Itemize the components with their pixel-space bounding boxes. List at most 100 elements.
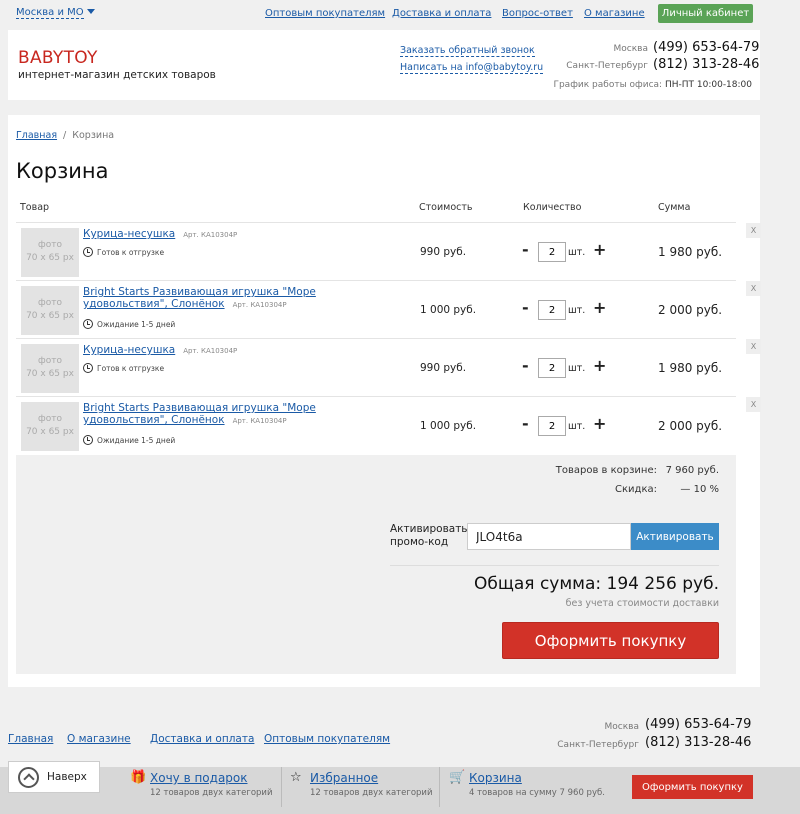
clock-icon (83, 435, 93, 445)
photo-placeholder-label: фото (38, 240, 62, 250)
remove-item-button[interactable]: X (746, 223, 761, 238)
product-photo[interactable]: фото 70 х 65 px (21, 402, 79, 451)
unit-price: 990 руб. (420, 246, 467, 258)
favorites-section[interactable]: ☆ Избранное 12 товаров двух категорий (290, 767, 440, 807)
logo[interactable]: BABYTOY (18, 48, 98, 68)
product-name-block: Bright Starts Развивающая игрушка "Море … (83, 402, 383, 427)
gift-link[interactable]: Хочу в подарок (150, 771, 248, 785)
qty-plus-button[interactable]: + (593, 356, 606, 375)
promo-label: Активировать промо-код (390, 523, 468, 549)
breadcrumb-current: Корзина (72, 130, 115, 141)
footer-phone-moscow: (499) 653-64-79 (645, 717, 752, 732)
nav-delivery[interactable]: Доставка и оплата (392, 8, 491, 19)
city-selector[interactable]: Москва и МО (16, 7, 95, 19)
checkout-button[interactable]: Оформить покупку (502, 622, 719, 659)
tagline: интернет-магазин детских товаров (18, 69, 216, 81)
photo-placeholder-label: фото (38, 414, 62, 424)
product-article: Арт. КА10304Р (232, 301, 287, 309)
footer-nav-delivery[interactable]: Доставка и оплата (150, 733, 254, 745)
qty-input[interactable] (538, 242, 566, 262)
personal-cabinet-button[interactable]: Личный кабинет (658, 4, 753, 23)
totals-divider (390, 565, 719, 566)
back-to-top-button[interactable]: Наверх (8, 761, 100, 793)
discount-label: Скидка: (615, 484, 657, 495)
qty-unit: шт. (568, 247, 586, 258)
product-name-block: Курица-несушка Арт. КА10304Р (83, 228, 383, 241)
qty-plus-button[interactable]: + (593, 414, 606, 433)
clock-icon (83, 319, 93, 329)
availability-status: Ожидание 1-5 дней (83, 435, 175, 445)
qty-plus-button[interactable]: + (593, 240, 606, 259)
cart-section[interactable]: 🛒 Корзина 4 товаров на сумму 7 960 руб. (449, 767, 619, 807)
items-total-value: 7 960 руб. (665, 465, 719, 476)
qty-minus-button[interactable]: - (522, 298, 529, 317)
office-hours: График работы офиса: ПН-ПТ 10:00-18:00 (553, 80, 752, 90)
favorites-link[interactable]: Избранное (310, 771, 378, 785)
qty-minus-button[interactable]: - (522, 414, 529, 433)
promo-label-line1: Активировать (390, 523, 468, 535)
activate-promo-button[interactable]: Активировать (631, 523, 719, 550)
qty-plus-button[interactable]: + (593, 298, 606, 317)
row-sum: 1 980 руб. (658, 361, 723, 375)
site-header: BABYTOY интернет-магазин детских товаров… (8, 30, 760, 100)
hours-value: ПН-ПТ 10:00-18:00 (664, 80, 752, 90)
cart-link[interactable]: Корзина (469, 771, 522, 785)
qty-input[interactable] (538, 300, 566, 320)
chevron-down-icon[interactable] (86, 9, 95, 14)
qty-unit: шт. (568, 421, 586, 432)
gift-icon: 🎁 (130, 770, 147, 785)
grand-total-note: без учета стоимости доставки (565, 598, 719, 609)
footer-phone-city-spb: Санкт-Петербург (557, 740, 639, 750)
qty-minus-button[interactable]: - (522, 240, 529, 259)
row-sum: 1 980 руб. (658, 245, 723, 259)
promo-code-input[interactable] (467, 523, 631, 550)
status-text: Готов к отгрузке (97, 364, 165, 373)
col-header-sum: Сумма (658, 202, 691, 213)
phone-spb: (812) 313-28-46 (653, 57, 760, 72)
nav-faq[interactable]: Вопрос-ответ (502, 8, 573, 19)
photo-placeholder-label: фото (38, 298, 62, 308)
star-icon: ☆ (290, 770, 302, 785)
product-name-link[interactable]: Курица-несушка (83, 228, 175, 240)
sticky-checkout-button[interactable]: Оформить покупку (632, 775, 753, 799)
city-label[interactable]: Москва и МО (16, 7, 84, 19)
qty-input[interactable] (538, 358, 566, 378)
hours-label: График работы офиса: (553, 80, 663, 90)
product-photo[interactable]: фото 70 х 65 px (21, 286, 79, 335)
product-name-link[interactable]: Курица-несушка (83, 344, 175, 356)
nav-wholesale[interactable]: Оптовым покупателям (265, 8, 385, 19)
phone-moscow: (499) 653-64-79 (653, 40, 760, 55)
wishlist-gift-section[interactable]: 🎁 Хочу в подарок 12 товаров двух категор… (130, 767, 282, 807)
cart-row: фото 70 х 65 px Курица-несушка Арт. КА1030… (16, 338, 761, 396)
unit-price: 1 000 руб. (420, 420, 477, 432)
footer-nav-about[interactable]: О магазине (67, 733, 131, 745)
nav-about[interactable]: О магазине (584, 8, 645, 19)
product-photo[interactable]: фото 70 х 65 px (21, 228, 79, 277)
cart-totals: Товаров в корзине: 7 960 руб. Скидка: — … (16, 455, 736, 674)
footer-nav-wholesale[interactable]: Оптовым покупателям (264, 733, 390, 745)
row-sum: 2 000 руб. (658, 419, 723, 433)
cart-row: фото 70 х 65 px Bright Starts Развивающая… (16, 396, 761, 454)
sticky-bottom-bar: Наверх 🎁 Хочу в подарок 12 товаров двух … (0, 761, 800, 814)
top-bar: Москва и МО Оптовым покупателям Доставка… (0, 0, 800, 28)
items-total-label: Товаров в корзине: (555, 465, 657, 476)
product-article: Арт. КА10304Р (183, 347, 238, 355)
remove-item-button[interactable]: X (746, 281, 761, 296)
remove-item-button[interactable]: X (746, 397, 761, 412)
product-article: Арт. КА10304Р (232, 417, 287, 425)
callback-link[interactable]: Заказать обратный звонок (400, 45, 535, 57)
cart-panel: Главная / Корзина Корзина Товар Стоимость … (8, 115, 761, 687)
product-article: Арт. КА10304Р (183, 231, 238, 239)
breadcrumb-separator: / (63, 130, 67, 141)
footer-phone-spb: (812) 313-28-46 (645, 735, 752, 750)
qty-unit: шт. (568, 363, 586, 374)
photo-placeholder-size: 70 х 65 px (26, 369, 74, 379)
product-photo[interactable]: фото 70 х 65 px (21, 344, 79, 393)
qty-minus-button[interactable]: - (522, 356, 529, 375)
qty-input[interactable] (538, 416, 566, 436)
breadcrumb-home[interactable]: Главная (16, 130, 57, 141)
footer-nav-home[interactable]: Главная (8, 733, 53, 745)
remove-item-button[interactable]: X (746, 339, 761, 354)
email-link[interactable]: Написать на info@babytoy.ru (400, 62, 544, 74)
status-text: Ожидание 1-5 дней (97, 320, 176, 329)
